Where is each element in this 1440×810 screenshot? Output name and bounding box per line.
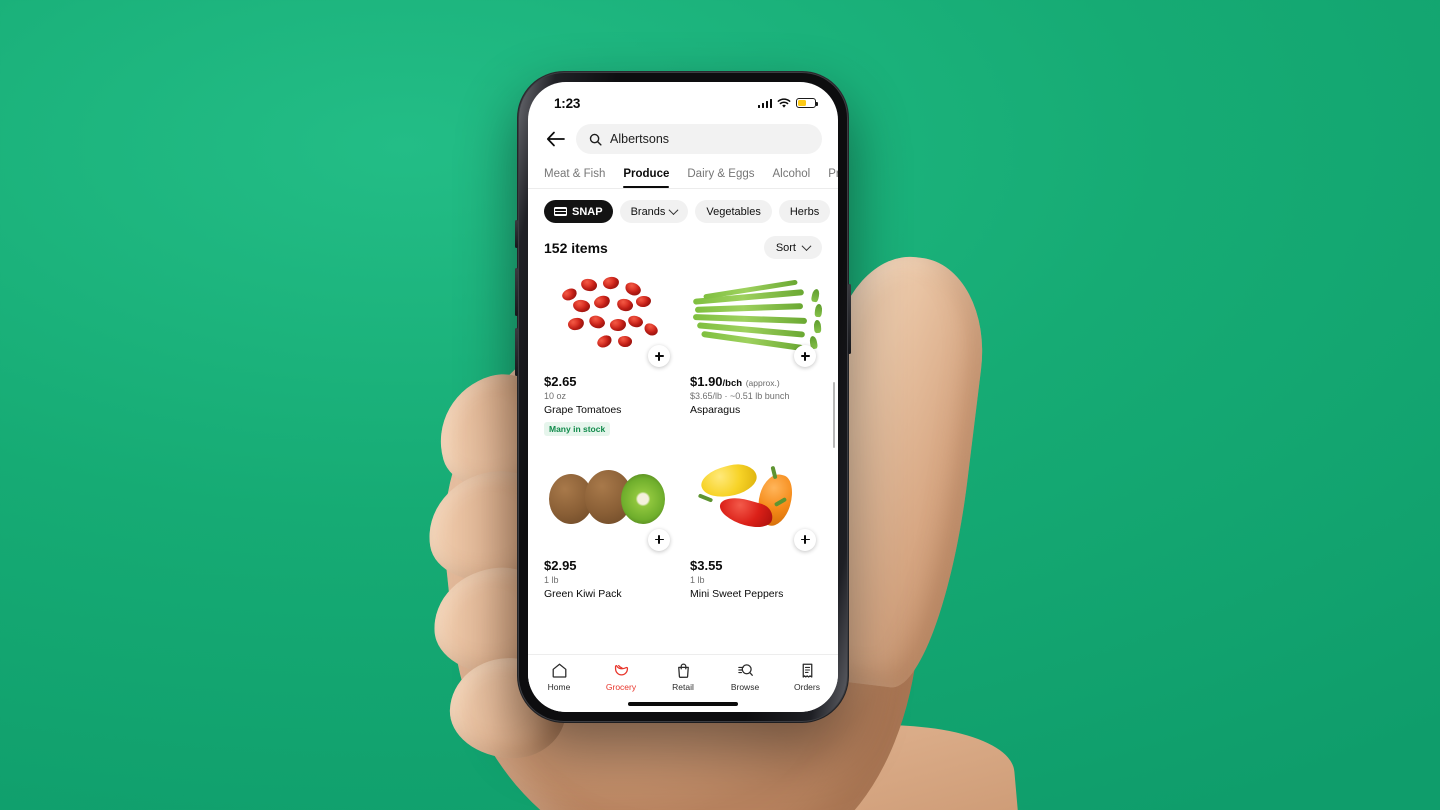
cellular-signal-icon	[757, 98, 772, 108]
chevron-down-icon	[801, 241, 812, 252]
bottom-tab-bar: Home Grocery Retail Browse Orders	[528, 654, 838, 712]
price-value: $1.90	[690, 374, 723, 389]
shopping-bag-icon	[677, 663, 689, 678]
filter-chip-vegetables-label: Vegetables	[706, 205, 761, 218]
product-secondary-text: 1 lb	[690, 574, 705, 585]
phone-device: 1:23 Albertsons Meat & Fish Produce Dair…	[515, 72, 851, 722]
kiwi-image	[544, 451, 676, 551]
chevron-down-icon	[668, 205, 679, 216]
filter-chip-brands-label: Brands	[630, 205, 666, 218]
silent-switch[interactable]	[515, 220, 518, 248]
search-icon	[589, 133, 602, 146]
search-header: Albertsons	[528, 118, 838, 164]
product-price: $1.90/bch (approx.)	[690, 374, 822, 389]
sort-button-label: Sort	[775, 241, 796, 254]
tab-prepared[interactable]: Prepa	[828, 164, 838, 188]
price-value: $2.65	[544, 374, 577, 389]
product-card-green-kiwi-pack[interactable]: $2.95 1 lb Green Kiwi Pack	[544, 451, 676, 601]
mini-sweet-peppers-image	[690, 451, 822, 551]
filter-chip-row[interactable]: SNAP Brands Vegetables Herbs	[528, 189, 838, 232]
search-query-text: Albertsons	[610, 132, 670, 146]
filter-chip-vegetables[interactable]: Vegetables	[695, 200, 772, 223]
tab-dairy-and-eggs[interactable]: Dairy & Eggs	[687, 164, 754, 188]
tab-grocery-label: Grocery	[605, 682, 637, 692]
battery-icon	[796, 97, 818, 109]
sort-button[interactable]: Sort	[763, 236, 822, 259]
status-bar: 1:23	[528, 82, 838, 118]
ebt-card-icon	[554, 206, 567, 217]
phone-screen: 1:23 Albertsons Meat & Fish Produce Dair…	[528, 82, 838, 712]
tab-orders[interactable]: Orders	[776, 662, 838, 692]
product-card-grape-tomatoes[interactable]: $2.65 10 oz Grape Tomatoes Many in stock	[544, 267, 676, 437]
filter-chip-herbs[interactable]: Herbs	[778, 200, 831, 223]
product-name: Asparagus	[690, 404, 741, 416]
asparagus-image	[690, 267, 823, 367]
product-name: Grape Tomatoes	[544, 404, 622, 416]
filter-chip-brands[interactable]: Brands	[619, 200, 689, 223]
item-count-label: 152 items	[544, 239, 608, 256]
tab-home[interactable]: Home	[528, 662, 590, 692]
tab-produce[interactable]: Produce	[623, 164, 670, 188]
receipt-icon	[802, 663, 812, 678]
tab-browse-label: Browse	[730, 682, 760, 692]
price-unit: /bch	[722, 378, 743, 389]
product-price: $2.65	[544, 374, 676, 389]
filter-chip-snap[interactable]: SNAP	[544, 200, 613, 223]
product-price: $2.95	[544, 558, 676, 573]
product-grid: $2.65 10 oz Grape Tomatoes Many in stock	[528, 267, 838, 600]
price-approx-note: (approx.)	[745, 378, 780, 388]
tab-meat-and-fish[interactable]: Meat & Fish	[544, 164, 605, 188]
category-tab-bar[interactable]: Meat & Fish Produce Dairy & Eggs Alcohol…	[528, 164, 838, 189]
home-icon	[552, 663, 566, 678]
tab-retail[interactable]: Retail	[652, 662, 714, 692]
product-name: Mini Sweet Peppers	[690, 587, 784, 600]
status-badge: Many in stock	[544, 421, 611, 436]
tab-orders-label: Orders	[794, 682, 820, 692]
power-button[interactable]	[848, 284, 851, 354]
tab-grocery[interactable]: Grocery	[590, 662, 652, 692]
volume-down-button[interactable]	[515, 328, 518, 376]
product-card-asparagus[interactable]: $1.90/bch (approx.) $3.65/lb · ~0.51 lb …	[690, 267, 823, 437]
home-indicator[interactable]	[628, 702, 738, 706]
filter-chip-herbs-label: Herbs	[789, 205, 820, 218]
list-header: 152 items Sort	[528, 232, 838, 267]
add-to-cart-button[interactable]	[794, 345, 816, 367]
add-to-cart-button[interactable]	[794, 528, 816, 551]
grape-tomatoes-image	[544, 267, 676, 367]
volume-up-button[interactable]	[515, 268, 518, 316]
price-value: $2.95	[544, 557, 577, 573]
browse-search-icon	[737, 664, 753, 676]
filter-chip-snap-label: SNAP	[572, 205, 603, 218]
product-name: Green Kiwi Pack	[544, 587, 622, 600]
scrollbar[interactable]	[832, 382, 835, 448]
tab-browse[interactable]: Browse	[714, 662, 776, 692]
product-price: $3.55	[690, 558, 822, 573]
product-card-mini-sweet-peppers[interactable]: $3.55 1 lb Mini Sweet Peppers	[690, 451, 822, 601]
product-secondary-text: 10 oz	[544, 391, 567, 401]
tab-home-label: Home	[547, 682, 571, 692]
product-secondary-text: 1 lb	[544, 574, 559, 585]
wifi-icon	[777, 97, 791, 108]
tab-alcohol[interactable]: Alcohol	[772, 164, 810, 188]
tab-retail-label: Retail	[672, 682, 694, 692]
back-arrow-icon[interactable]	[544, 128, 566, 150]
grocery-basket-icon	[614, 664, 628, 676]
status-bar-clock: 1:23	[554, 95, 581, 111]
price-value: $3.55	[690, 557, 723, 573]
product-secondary-text: $3.65/lb · ~0.51 lb bunch	[690, 391, 790, 401]
add-to-cart-button[interactable]	[648, 345, 670, 367]
search-input[interactable]: Albertsons	[576, 124, 822, 154]
add-to-cart-button[interactable]	[648, 528, 670, 551]
